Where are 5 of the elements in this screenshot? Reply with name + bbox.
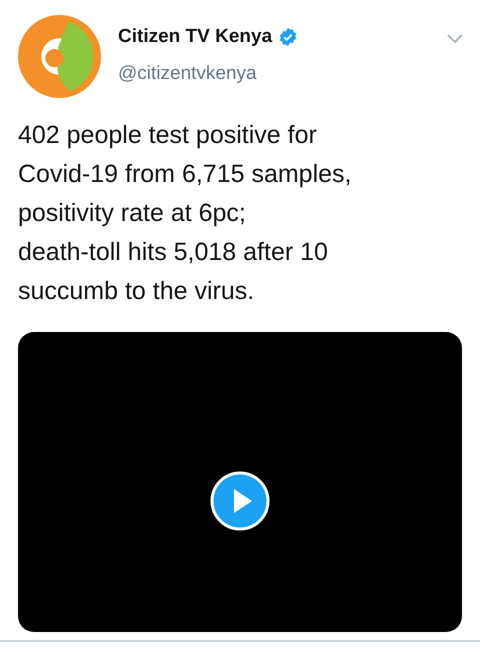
video-player[interactable]	[18, 332, 462, 632]
play-button-icon[interactable]	[210, 471, 270, 531]
author-name[interactable]: Citizen TV Kenya	[118, 23, 272, 52]
author-handle[interactable]: @citizentvkenya	[118, 60, 298, 88]
tweet-text: 402 people test positive for Covid-19 from 6,715 samples, positivity rate at 6pc; death-toll hits 5,018 after 10 succumb to the virus.	[17, 120, 352, 307]
